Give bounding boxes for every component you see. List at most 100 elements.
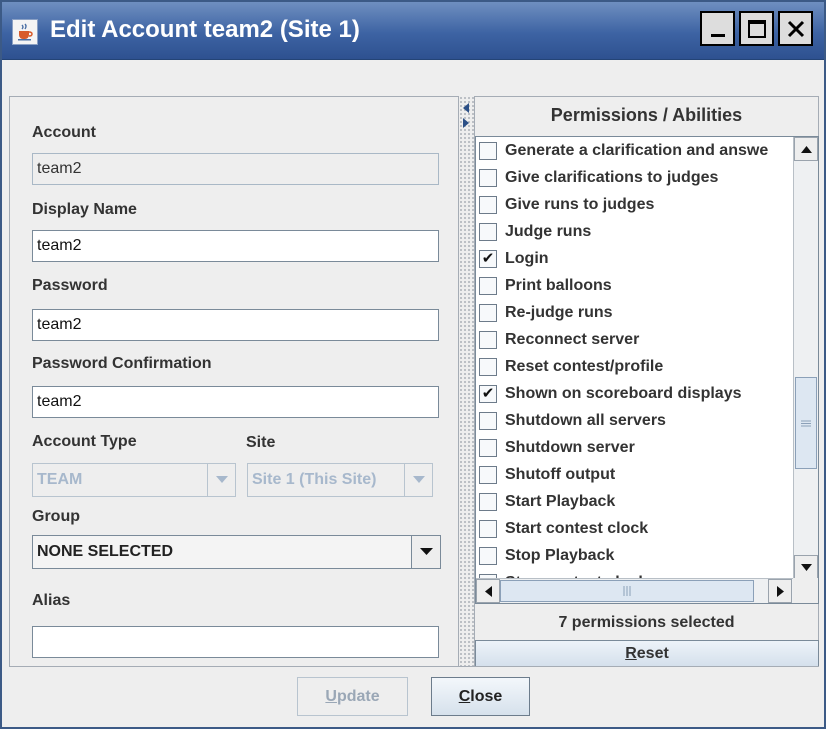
- scrollbar-corner: [793, 578, 818, 603]
- permission-item[interactable]: Shutdown all servers: [476, 407, 793, 434]
- permission-item[interactable]: Shutoff output: [476, 461, 793, 488]
- grip-icon: [801, 420, 811, 426]
- permission-item[interactable]: Start contest clock: [476, 515, 793, 542]
- permission-checkbox[interactable]: [479, 330, 497, 349]
- permission-label: Shutdown all servers: [505, 411, 666, 429]
- java-cup-icon[interactable]: [12, 19, 38, 45]
- horizontal-scroll-thumb[interactable]: [500, 580, 754, 602]
- title-bar[interactable]: Edit Account team2 (Site 1): [2, 2, 824, 60]
- permission-label: Generate a clarification and answe: [505, 141, 769, 159]
- account-type-label: Account Type: [32, 433, 137, 450]
- permission-checkbox[interactable]: ✔: [479, 249, 497, 268]
- edit-account-window: Edit Account team2 (Site 1) Account team…: [0, 0, 826, 729]
- permission-label: Login: [505, 249, 549, 267]
- display-name-field[interactable]: team2: [32, 230, 439, 262]
- update-button[interactable]: Update: [297, 677, 408, 716]
- permission-item[interactable]: Generate a clarification and answe: [476, 137, 793, 164]
- close-window-button[interactable]: [778, 11, 813, 46]
- account-type-select: TEAM: [32, 463, 236, 497]
- close-button[interactable]: Close: [431, 677, 530, 716]
- permission-label: Give runs to judges: [505, 195, 655, 213]
- triangle-down-icon[interactable]: [411, 536, 440, 568]
- permission-label: Start contest clock: [505, 519, 649, 537]
- minimize-button[interactable]: [700, 11, 735, 46]
- triangle-down-icon: [800, 563, 812, 571]
- bottom-divider: [9, 666, 819, 667]
- triangle-down-icon: [207, 464, 235, 496]
- update-mnemonic: U: [325, 687, 337, 705]
- header-strip: [2, 61, 824, 94]
- alias-label: Alias: [32, 592, 71, 609]
- permissions-panel: Permissions / Abilities Generate a clari…: [474, 96, 819, 667]
- horizontal-scrollbar[interactable]: [476, 578, 818, 603]
- close-label: lose: [470, 687, 503, 705]
- permission-item[interactable]: Shutdown server: [476, 434, 793, 461]
- permission-label: Shown on scoreboard displays: [505, 384, 742, 402]
- permission-checkbox[interactable]: [479, 141, 497, 160]
- permission-item[interactable]: Print balloons: [476, 272, 793, 299]
- alias-field[interactable]: [32, 626, 439, 658]
- split-arrows[interactable]: [462, 102, 470, 130]
- permission-label: Re-judge runs: [505, 303, 613, 321]
- password-field[interactable]: team2: [32, 309, 439, 341]
- permission-checkbox[interactable]: [479, 357, 497, 376]
- triangle-down-icon: [404, 464, 432, 496]
- account-label: Account: [32, 124, 96, 141]
- grip-icon: [623, 586, 631, 596]
- permission-label: Stop Playback: [505, 546, 615, 564]
- split-pane-divider[interactable]: [459, 96, 474, 666]
- permissions-list[interactable]: Generate a clarification and answe Give c…: [475, 136, 819, 604]
- permission-item[interactable]: Re-judge runs: [476, 299, 793, 326]
- permission-checkbox[interactable]: [479, 303, 497, 322]
- triangle-left-icon: [484, 585, 492, 597]
- permission-item[interactable]: Judge runs: [476, 218, 793, 245]
- permission-checkbox[interactable]: [479, 492, 497, 511]
- permission-checkbox[interactable]: [479, 546, 497, 565]
- close-mnemonic: C: [458, 687, 471, 705]
- permission-checkbox[interactable]: [479, 438, 497, 457]
- permissions-list-viewport: Generate a clarification and answe Give c…: [476, 137, 793, 579]
- permission-checkbox[interactable]: [479, 276, 497, 295]
- site-value: Site 1 (This Site): [252, 471, 377, 488]
- permissions-header: Permissions / Abilities: [550, 105, 743, 125]
- scroll-up-button[interactable]: [794, 137, 818, 161]
- scroll-down-button[interactable]: [794, 555, 818, 579]
- permission-item[interactable]: Give runs to judges: [476, 191, 793, 218]
- permission-checkbox[interactable]: [479, 465, 497, 484]
- permission-item[interactable]: Reset contest/profile: [476, 353, 793, 380]
- permission-checkbox[interactable]: [479, 168, 497, 187]
- permission-label: Give clarifications to judges: [505, 168, 719, 186]
- site-select: Site 1 (This Site): [247, 463, 433, 497]
- permission-item[interactable]: Stop Playback: [476, 542, 793, 569]
- password-confirmation-label: Password Confirmation: [32, 355, 212, 372]
- minimize-icon: [710, 33, 725, 37]
- site-label: Site: [246, 434, 276, 451]
- password-confirmation-field[interactable]: team2: [32, 386, 439, 418]
- vertical-scrollbar[interactable]: [793, 137, 818, 579]
- permission-checkbox[interactable]: [479, 222, 497, 241]
- account-details-panel: Account team2 Display Name team2 Passwor…: [9, 96, 459, 666]
- permission-item[interactable]: Start Playback: [476, 488, 793, 515]
- permission-item[interactable]: Reconnect server: [476, 326, 793, 353]
- display-name-label: Display Name: [32, 201, 137, 218]
- permission-label: Shutdown server: [505, 438, 635, 456]
- permission-label: Print balloons: [505, 276, 612, 294]
- permission-item[interactable]: ✔ Login: [476, 245, 793, 272]
- reset-label: eset: [636, 644, 669, 662]
- split-right-arrow-icon[interactable]: [463, 118, 469, 128]
- split-left-arrow-icon[interactable]: [463, 103, 469, 113]
- group-value: NONE SELECTED: [37, 543, 174, 560]
- permission-checkbox[interactable]: ✔: [479, 384, 497, 403]
- permission-item[interactable]: ✔ Shown on scoreboard displays: [476, 380, 793, 407]
- permission-checkbox[interactable]: [479, 519, 497, 538]
- permission-checkbox[interactable]: [479, 195, 497, 214]
- reset-button[interactable]: Reset: [475, 640, 819, 667]
- group-label: Group: [32, 508, 80, 525]
- permission-item[interactable]: Give clarifications to judges: [476, 164, 793, 191]
- maximize-button[interactable]: [739, 11, 774, 46]
- vertical-scroll-thumb[interactable]: [795, 377, 817, 469]
- scroll-right-button[interactable]: [768, 579, 792, 603]
- scroll-left-button[interactable]: [476, 579, 500, 603]
- permission-checkbox[interactable]: [479, 411, 497, 430]
- group-select[interactable]: NONE SELECTED: [32, 535, 441, 569]
